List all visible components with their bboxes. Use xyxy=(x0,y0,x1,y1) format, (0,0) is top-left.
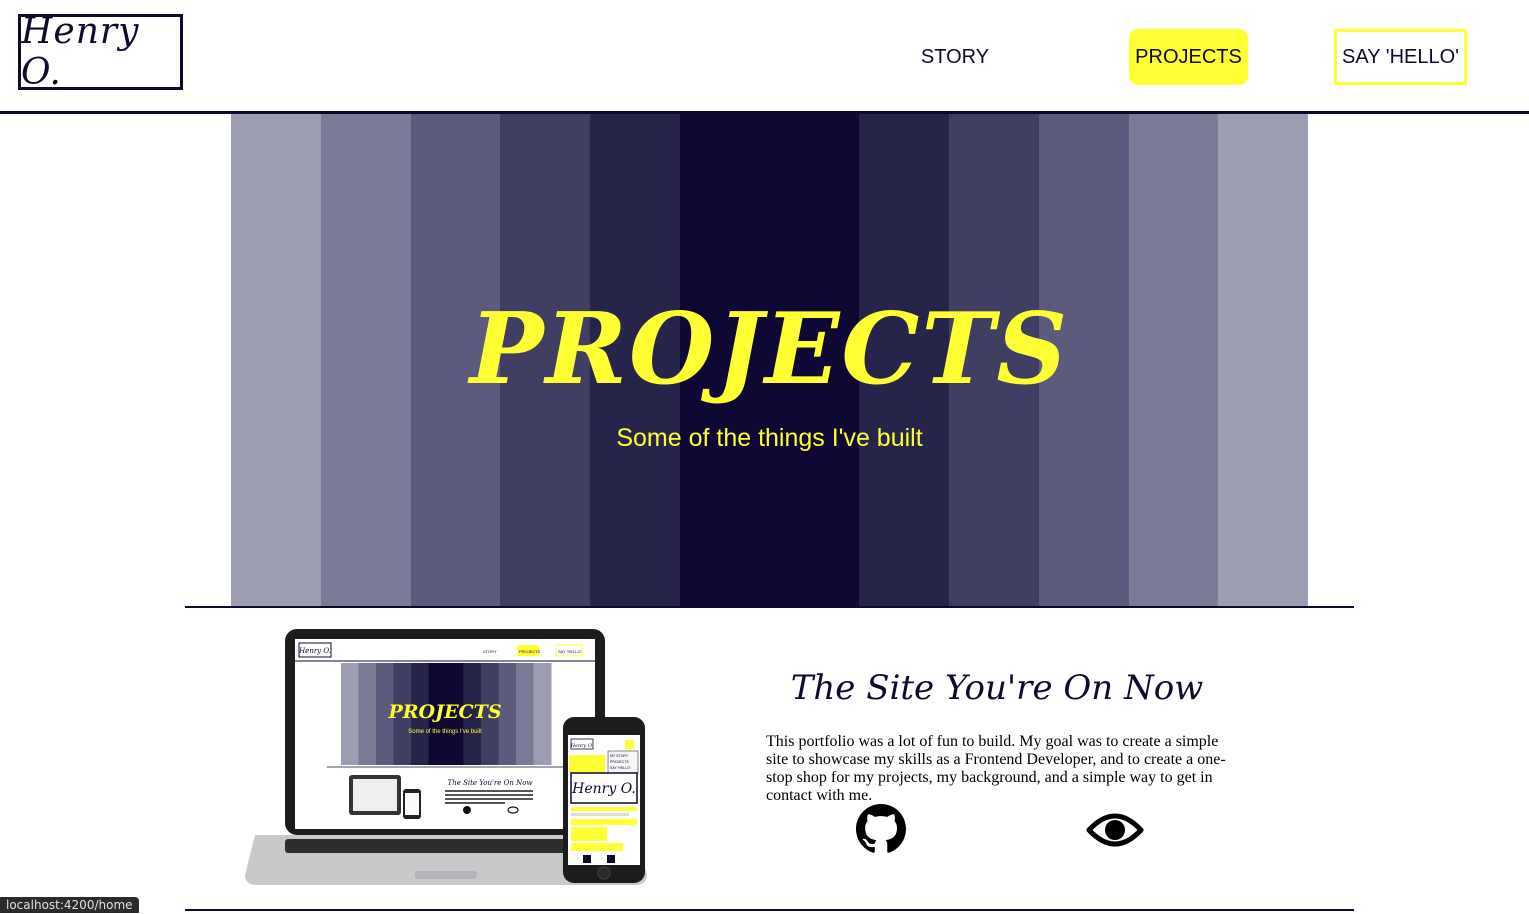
project-description: This portfolio was a lot of fun to build… xyxy=(766,733,1226,804)
mockup-laptop-nav-story: STORY xyxy=(483,649,497,654)
mockup-laptop-subtitle: Some of the things I've built xyxy=(408,729,482,735)
hero-subtitle: Some of the things I've built xyxy=(616,424,923,452)
mockup-laptop-logo: Henry O. xyxy=(298,647,331,655)
mockup-stripe xyxy=(341,663,359,765)
mockup-phone-small-logo: Henry O. xyxy=(570,743,594,749)
nav-projects-link[interactable]: PROJECTS xyxy=(1129,29,1248,85)
nav-story-link[interactable]: STORY xyxy=(905,29,1005,85)
logo[interactable]: Henry O. xyxy=(18,11,183,93)
mockup-phone-logo: Henry O. xyxy=(571,781,636,797)
mockup-phone-menu-story: MY STORY xyxy=(610,754,629,758)
site-header: Henry O. STORY PROJECTS SAY 'HELLO' xyxy=(0,0,1529,114)
mockup-phone-menu-projects: PROJECTS xyxy=(610,760,629,764)
mockup-laptop-project-title: The Site You're On Now xyxy=(448,779,533,787)
mockup-phone-menu-hello: SAY 'HELLO' xyxy=(610,766,631,770)
github-link[interactable] xyxy=(856,804,906,854)
project-mockup-image: Henry O. STORY PROJECTS SAY 'HELLO' PROJ… xyxy=(245,629,647,885)
nav-say-hello-link[interactable]: SAY 'HELLO' xyxy=(1334,29,1467,85)
mockup-laptop-title: PROJECTS xyxy=(387,701,501,723)
section-divider xyxy=(185,606,1354,608)
view-site-link[interactable] xyxy=(1086,804,1144,854)
hero-banner: PROJECTS Some of the things I've built xyxy=(231,114,1308,606)
mockup-laptop-nav-hello: SAY 'HELLO' xyxy=(558,649,582,654)
section-divider-bottom xyxy=(185,909,1354,911)
mockup-stripe xyxy=(533,663,552,765)
hero-title: PROJECTS xyxy=(469,292,1070,407)
mockup-laptop-nav-projects: PROJECTS xyxy=(519,649,541,654)
mockup-stripe xyxy=(516,663,534,765)
browser-status-url: localhost:4200/home xyxy=(0,897,139,913)
project-title: The Site You're On Now xyxy=(790,668,1204,708)
mockup-stripe xyxy=(358,663,377,765)
eye-icon xyxy=(1086,813,1144,847)
github-icon xyxy=(856,804,906,853)
